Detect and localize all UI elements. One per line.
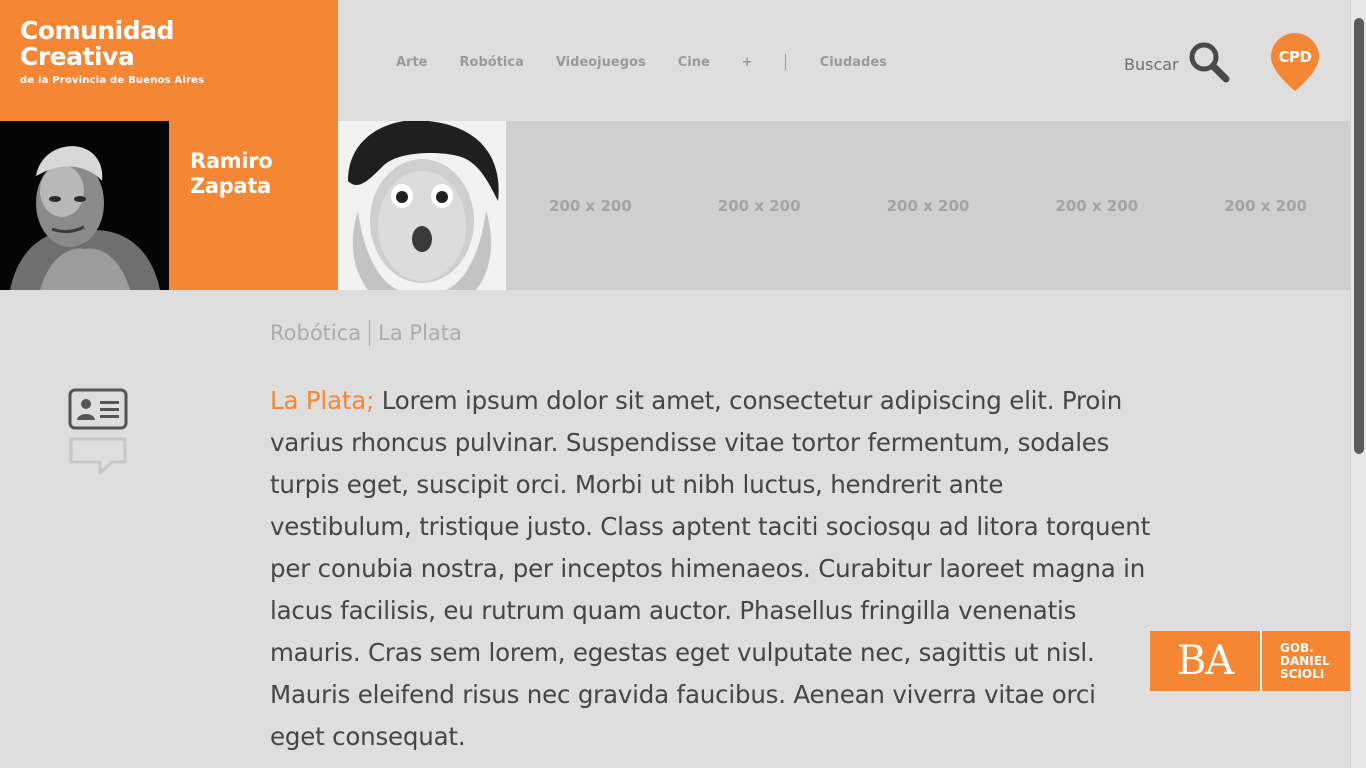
main-nav: Arte Robótica Videojuegos Cine + Ciudade… xyxy=(396,54,919,70)
article-body: La Plata; Lorem ipsum dolor sit amet, co… xyxy=(270,380,1150,758)
nav-item-ciudades[interactable]: Ciudades xyxy=(820,55,887,70)
person-name-block[interactable]: Ramiro Zapata xyxy=(169,121,338,290)
placeholder-tile[interactable]: 200 x 200 xyxy=(1181,121,1350,290)
logo-title-line2: Creativa xyxy=(20,42,135,71)
ba-gov-line2: DANIEL xyxy=(1280,653,1330,668)
nav-divider xyxy=(784,54,786,70)
nav-item-videojuegos[interactable]: Videojuegos xyxy=(556,55,646,70)
logo-subtitle: de la Provincia de Buenos Aires xyxy=(20,75,205,86)
nav-item-arte[interactable]: Arte xyxy=(396,55,428,70)
ba-gov-name: GOB. DANIEL SCIOLI xyxy=(1262,640,1330,681)
breadcrumb: Robótica La Plata xyxy=(270,320,462,346)
comment-icon[interactable] xyxy=(68,436,128,480)
article-text: Lorem ipsum dolor sit amet, consectetur … xyxy=(270,386,1150,751)
breadcrumb-category[interactable]: Robótica xyxy=(270,321,361,345)
breadcrumb-divider xyxy=(369,320,371,346)
article-lead[interactable]: La Plata; xyxy=(270,386,374,415)
ba-gov-line3: SCIOLI xyxy=(1280,666,1325,681)
search-icon[interactable] xyxy=(1187,40,1231,88)
placeholder-tile[interactable]: 200 x 200 xyxy=(506,121,675,290)
person-last-name: Zapata xyxy=(190,174,272,198)
cpd-label: CPD xyxy=(1279,48,1312,66)
nav-item-robotica[interactable]: Robótica xyxy=(460,55,524,70)
id-card-icon[interactable] xyxy=(68,388,128,436)
page: Comunidad Creativa de la Provincia de Bu… xyxy=(0,0,1366,768)
scrollbar-thumb[interactable] xyxy=(1354,18,1364,454)
search[interactable]: Buscar xyxy=(1124,40,1231,88)
ba-government-badge[interactable]: BA GOB. DANIEL SCIOLI xyxy=(1150,631,1350,691)
scrollbar[interactable] xyxy=(1350,0,1366,768)
placeholder-tile[interactable]: 200 x 200 xyxy=(675,121,844,290)
placeholder-tile[interactable]: 200 x 200 xyxy=(844,121,1013,290)
child-photo[interactable] xyxy=(338,121,506,290)
breadcrumb-city[interactable]: La Plata xyxy=(378,321,462,345)
person-photo[interactable] xyxy=(0,121,169,290)
search-label[interactable]: Buscar xyxy=(1124,55,1179,74)
placeholder-tile[interactable]: 200 x 200 xyxy=(1012,121,1181,290)
ba-logo-text: BA xyxy=(1176,638,1234,684)
ba-gov-line1: GOB. xyxy=(1280,640,1314,655)
site-logo[interactable]: Comunidad Creativa de la Provincia de Bu… xyxy=(0,0,338,121)
person-first-name: Ramiro xyxy=(190,149,273,173)
gallery-strip: Ramiro Zapata 200 x 200 200 x 200 200 x … xyxy=(0,121,1350,290)
article-side-icons xyxy=(68,388,128,480)
nav-item-cine[interactable]: Cine xyxy=(678,55,710,70)
cpd-pin-icon[interactable]: CPD xyxy=(1270,32,1320,92)
placeholder-tiles: 200 x 200 200 x 200 200 x 200 200 x 200 … xyxy=(506,121,1350,290)
logo-title-line1: Comunidad xyxy=(20,16,174,45)
nav-item-more[interactable]: + xyxy=(742,55,753,70)
